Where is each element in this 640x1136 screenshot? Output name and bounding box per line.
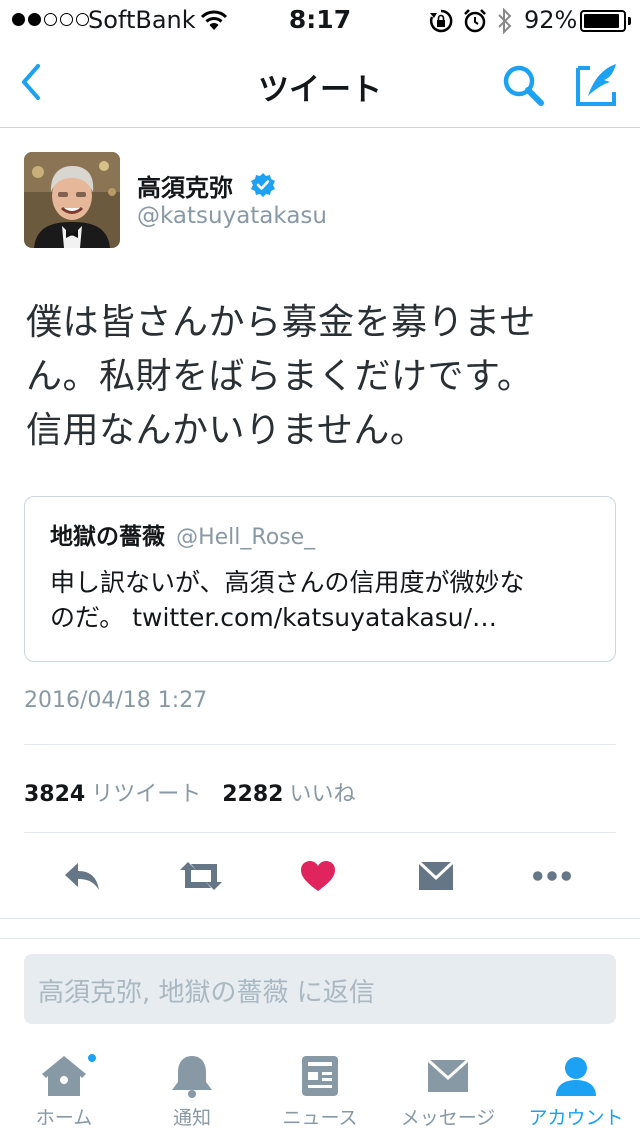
more-button[interactable] [532,856,572,896]
tweet-timestamp: 2016/04/18 1:27 [24,688,208,713]
notification-dot [86,1052,98,1064]
more-icon [532,871,572,881]
alarm-icon [462,8,488,38]
tab-home[interactable]: ホーム [0,1040,128,1136]
quoted-tweet-header: 地獄の薔薇 @Hell_Rose_ [50,517,315,551]
like-count: 2282 [222,782,284,807]
avatar[interactable] [24,152,120,248]
verified-badge-icon [250,172,276,202]
reply-button[interactable] [62,856,102,896]
direct-message-button[interactable] [416,856,456,896]
search-button[interactable] [500,62,546,112]
envelope-icon [426,1058,470,1092]
nav-bar: ツイート [0,40,640,128]
like-label: いいね [289,782,356,807]
search-icon [503,65,544,106]
home-icon [42,1056,86,1096]
tab-label: ニュース [282,1107,358,1129]
quoted-text-line: 申し訳ないが、高須さんの信用度が微妙な [50,568,525,597]
tweet-text-line: ん。私財をばらまくだけです。 [26,356,534,397]
like-button[interactable] [298,856,338,896]
person-icon [556,1057,596,1096]
battery-percentage: 92% [524,6,578,34]
author-handle[interactable]: @katsuyatakasu [137,203,327,229]
tweet-text: 僕は皆さんから募金を募りませ ん。私財をばらまくだけです。 信用なんかいりません… [26,296,618,458]
compose-icon [576,64,616,106]
battery-icon [580,10,626,32]
tab-notifications[interactable]: 通知 [128,1040,256,1136]
tab-news[interactable]: ニュース [256,1040,384,1136]
reply-placeholder: 高須克弥, 地獄の薔薇 に返信 [38,978,375,1008]
author-name[interactable]: 高須克弥 [137,168,233,203]
tab-label: 通知 [172,1107,211,1129]
status-bar: SoftBank 8:17 92% [0,0,640,40]
tweet-stats: 3824 リツイート 2282 いいね [24,776,370,808]
retweet-label: リツイート [91,782,202,807]
quoted-author-name: 地獄の薔薇 [50,524,165,550]
quoted-tweet-text: 申し訳ないが、高須さんの信用度が微妙な のだ。 twitter.com/kats… [50,565,600,635]
divider [24,744,616,745]
quoted-tweet-card[interactable]: 地獄の薔薇 @Hell_Rose_ 申し訳ないが、高須さんの信用度が微妙な のだ… [24,496,616,662]
like-icon [301,861,335,891]
tweet-text-line: 僕は皆さんから募金を募りませ [26,302,536,343]
divider [24,832,616,833]
divider [0,918,640,919]
retweet-count: 3824 [24,782,86,807]
retweet-stat[interactable]: 3824 リツイート [24,782,215,807]
tab-label: アカウント [528,1107,624,1129]
reply-icon [65,863,99,890]
divider [0,938,640,939]
like-stat[interactable]: 2282 いいね [222,782,369,807]
bell-icon [172,1056,212,1098]
quoted-text-line: のだ。 twitter.com/katsuyatakasu/… [50,603,498,632]
retweet-icon [180,862,222,890]
rotation-lock-icon [428,8,454,38]
retweet-button[interactable] [178,856,224,896]
dm-icon [417,860,455,890]
compose-button[interactable] [574,62,620,112]
bluetooth-icon [496,7,514,38]
news-icon [302,1056,338,1096]
tab-account[interactable]: アカウント [512,1040,640,1136]
tab-label: メッセージ [400,1107,496,1129]
tweet-text-line: 信用なんかいりません。 [26,410,427,451]
quoted-author-handle: @Hell_Rose_ [176,525,316,550]
tab-bar: ホーム 通知 ニュース メッセージ アカウント [0,1040,640,1136]
reply-input[interactable]: 高須克弥, 地獄の薔薇 に返信 [24,954,616,1024]
tab-messages[interactable]: メッセージ [384,1040,512,1136]
